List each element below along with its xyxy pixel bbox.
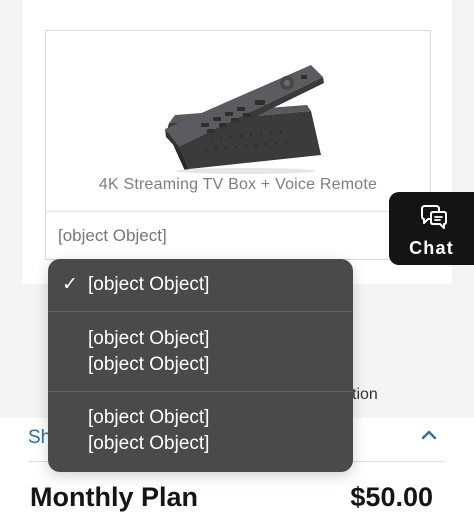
dropdown-option[interactable]: [object Object] [object Object] <box>48 405 353 457</box>
product-card[interactable]: 4K Streaming TV Box + Voice Remote [obje… <box>45 30 431 260</box>
dropdown-option[interactable]: [object Object] [object Object] <box>48 326 353 378</box>
dropdown-option[interactable]: ✓ [object Object] <box>48 272 353 298</box>
dropdown-option-text: [object Object] <box>88 354 210 375</box>
dropdown-option-text: [object Object] <box>88 274 210 295</box>
dropdown-menu[interactable]: ✓ [object Object] [object Object] [objec… <box>48 259 353 472</box>
dropdown-option-text: [object Object] <box>88 328 210 349</box>
card-divider <box>46 211 430 212</box>
chat-label: Chat <box>409 238 454 258</box>
chat-button[interactable]: Chat <box>389 192 474 265</box>
dropdown-separator <box>48 311 353 312</box>
dropdown-separator <box>48 391 353 392</box>
equipment-select-value[interactable]: [object Object] <box>58 226 167 246</box>
partial-option-text: tion <box>352 386 378 403</box>
chevron-up-icon[interactable] <box>420 429 438 441</box>
checkmark-icon: ✓ <box>62 274 78 295</box>
dropdown-option-text: [object Object] <box>88 433 210 454</box>
chat-bubbles-icon <box>421 205 447 229</box>
monthly-plan-price: $50.00 <box>350 482 433 512</box>
streaming-box-remote-image <box>165 65 324 174</box>
product-name: 4K Streaming TV Box + Voice Remote <box>98 176 378 193</box>
monthly-plan-label: Monthly Plan <box>30 482 198 512</box>
dropdown-option-text: [object Object] <box>88 407 210 428</box>
